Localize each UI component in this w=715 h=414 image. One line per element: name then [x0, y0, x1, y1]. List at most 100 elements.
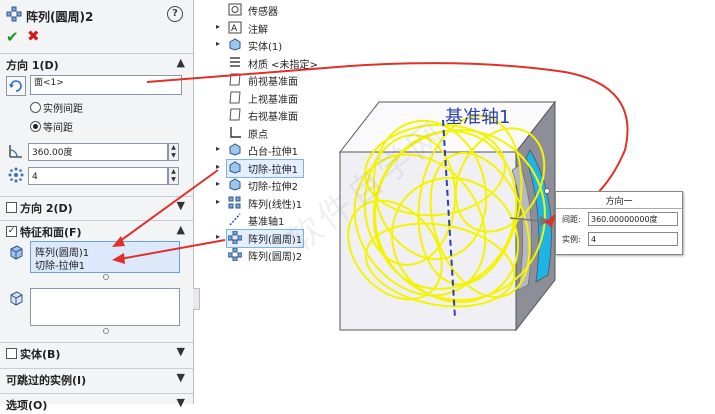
angle-value: 360.00度: [32, 148, 73, 158]
callout-instances-input[interactable]: 4: [588, 232, 678, 246]
cut-face-grey: [511, 164, 532, 291]
angle-icon: [9, 145, 22, 158]
features-label: 特征和面(F): [20, 226, 82, 239]
direction-callout: 方向一 间距: 360.00000000度 实例: 4: [555, 191, 683, 255]
tree-item-label: 传感器: [248, 7, 278, 18]
bodies-label: 实体(B): [20, 348, 61, 361]
tree-item[interactable]: 前视基准面: [216, 72, 336, 89]
expand-arrow-icon[interactable]: ▸: [216, 144, 220, 153]
callout-instances-value: 4: [591, 235, 597, 244]
cut-extrude-icon: [229, 160, 241, 174]
resize-handle[interactable]: [103, 328, 109, 334]
axis-icon: [229, 213, 241, 226]
bodies-checkbox[interactable]: [6, 348, 17, 359]
tree-item-label: 上视基准面: [248, 94, 298, 106]
face-value: 面<1>: [34, 78, 64, 88]
reverse-direction-icon[interactable]: [6, 76, 26, 96]
chevron-down-icon[interactable]: ▼: [177, 396, 185, 409]
linear-pattern-icon: [228, 196, 241, 208]
callout-spacing-label: 间距:: [562, 215, 581, 224]
tree-item[interactable]: 原点: [216, 125, 336, 142]
direction-arrow: [509, 217, 541, 222]
chevron-up-icon[interactable]: ▲: [177, 56, 185, 69]
tree-item[interactable]: 上视基准面: [216, 90, 336, 107]
help-icon[interactable]: ?: [167, 6, 183, 22]
expand-arrow-icon[interactable]: ▸: [216, 232, 220, 241]
instances-input[interactable]: 4: [28, 167, 168, 185]
tree-item-label: 凸台-拉伸1: [248, 147, 298, 158]
instance-spacing-label: 实例间距: [43, 104, 83, 115]
options-label: 选项(O): [6, 399, 48, 412]
circular-pattern-icon: [228, 230, 242, 244]
angle-spinner[interactable]: ▲ ▼: [168, 143, 179, 161]
callout-divider: [556, 208, 682, 209]
tree-item-label: 切除-拉伸1: [248, 164, 298, 176]
chevron-down-icon[interactable]: ▼: [177, 345, 185, 358]
faces-to-pattern-icon: [10, 291, 23, 306]
direction-arrow-head: [540, 216, 550, 226]
chevron-up-icon[interactable]: ▲: [177, 223, 185, 236]
boss-extrude-icon: [229, 143, 241, 156]
cut-extrude-icon: [229, 178, 241, 191]
skip-instances-header[interactable]: 可跳过的实例(I) ▼: [0, 368, 193, 389]
expand-arrow-icon[interactable]: ▸: [216, 22, 220, 31]
tree-item-label: 原点: [248, 129, 268, 141]
pm-header: 阵列(圆周)2 ? ✔ ✖: [0, 0, 193, 52]
tree-item[interactable]: ▸ A 注解: [216, 20, 336, 37]
tree-item[interactable]: ▸ 切除-拉伸1: [216, 158, 336, 178]
direction1-face-field[interactable]: 面<1>: [30, 75, 182, 95]
resize-handle[interactable]: [103, 274, 109, 280]
chevron-down-icon[interactable]: ▼: [177, 371, 185, 384]
tree-item[interactable]: ▸ 实体(1): [216, 37, 336, 54]
angle-input[interactable]: 360.00度: [28, 143, 168, 161]
callout-instances-label: 实例:: [562, 235, 581, 244]
direction2-label: 方向 2(D): [20, 202, 73, 215]
equal-spacing-label: 等间距: [43, 123, 73, 134]
direction2-checkbox[interactable]: [6, 202, 17, 213]
features-list[interactable]: 阵列(圆周)1 切除-拉伸1: [30, 241, 180, 273]
cancel-button[interactable]: ✖: [27, 27, 40, 45]
property-manager: 阵列(圆周)2 ? ✔ ✖ 方向 1(D) ▲ 面<1> 实例间距 等间距 36…: [0, 0, 194, 412]
tree-item-label: 材质 <未指定>: [248, 59, 318, 71]
solid-bodies-icon: [229, 38, 241, 51]
tree-item[interactable]: ▸ 凸台-拉伸1: [216, 142, 336, 159]
tree-item-label: 右视基准面: [248, 112, 298, 123]
list-item[interactable]: 切除-拉伸1: [35, 257, 85, 272]
plane-icon: [229, 73, 241, 86]
expand-arrow-icon[interactable]: ▸: [216, 162, 220, 171]
tree-item-label: 阵列(圆周)2: [248, 252, 303, 263]
equal-spacing-radio[interactable]: [30, 121, 41, 132]
direction2-header[interactable]: 方向 2(D) ▼: [0, 196, 193, 217]
origin-icon: [230, 126, 241, 138]
instances-value: 4: [32, 172, 38, 182]
tree-item[interactable]: 右视基准面: [216, 107, 336, 124]
cut-face-cyan: [525, 149, 552, 283]
tree-item-label: 注解: [248, 24, 268, 36]
tree-item[interactable]: 材质 <未指定>: [216, 55, 336, 72]
skip-instances-label: 可跳过的实例(I): [6, 374, 87, 387]
instance-spacing-radio[interactable]: [30, 102, 41, 113]
cube-side-face: [515, 100, 556, 332]
sensor-icon: [228, 3, 242, 16]
callout-title: 方向一: [605, 197, 633, 207]
instances-spinner[interactable]: ▲ ▼: [168, 167, 179, 185]
features-header[interactable]: ✓ 特征和面(F) ▲: [0, 220, 193, 241]
circular-pattern-icon: [228, 248, 242, 261]
direction1-header[interactable]: 方向 1(D) ▲: [0, 53, 193, 74]
expand-arrow-icon[interactable]: ▸: [216, 179, 220, 188]
features-checkbox[interactable]: ✓: [6, 226, 17, 237]
bodies-header[interactable]: 实体(B) ▼: [0, 342, 193, 363]
pm-title: 阵列(圆周)2: [26, 10, 94, 24]
faces-list[interactable]: [30, 288, 180, 326]
ok-button[interactable]: ✔: [6, 28, 19, 46]
expand-arrow-icon[interactable]: ▸: [216, 197, 220, 206]
plane-icon: [229, 108, 241, 121]
arrowhead: [545, 214, 555, 228]
chevron-down-icon[interactable]: ▼: [177, 199, 185, 212]
callout-spacing-input[interactable]: 360.00000000度: [588, 212, 678, 226]
panel-collapse-handle[interactable]: [193, 288, 200, 310]
expand-arrow-icon[interactable]: ▸: [216, 39, 220, 48]
tree-item[interactable]: 传感器: [216, 2, 336, 19]
circular-pattern-icon: [6, 6, 22, 22]
instances-icon: [8, 167, 24, 183]
